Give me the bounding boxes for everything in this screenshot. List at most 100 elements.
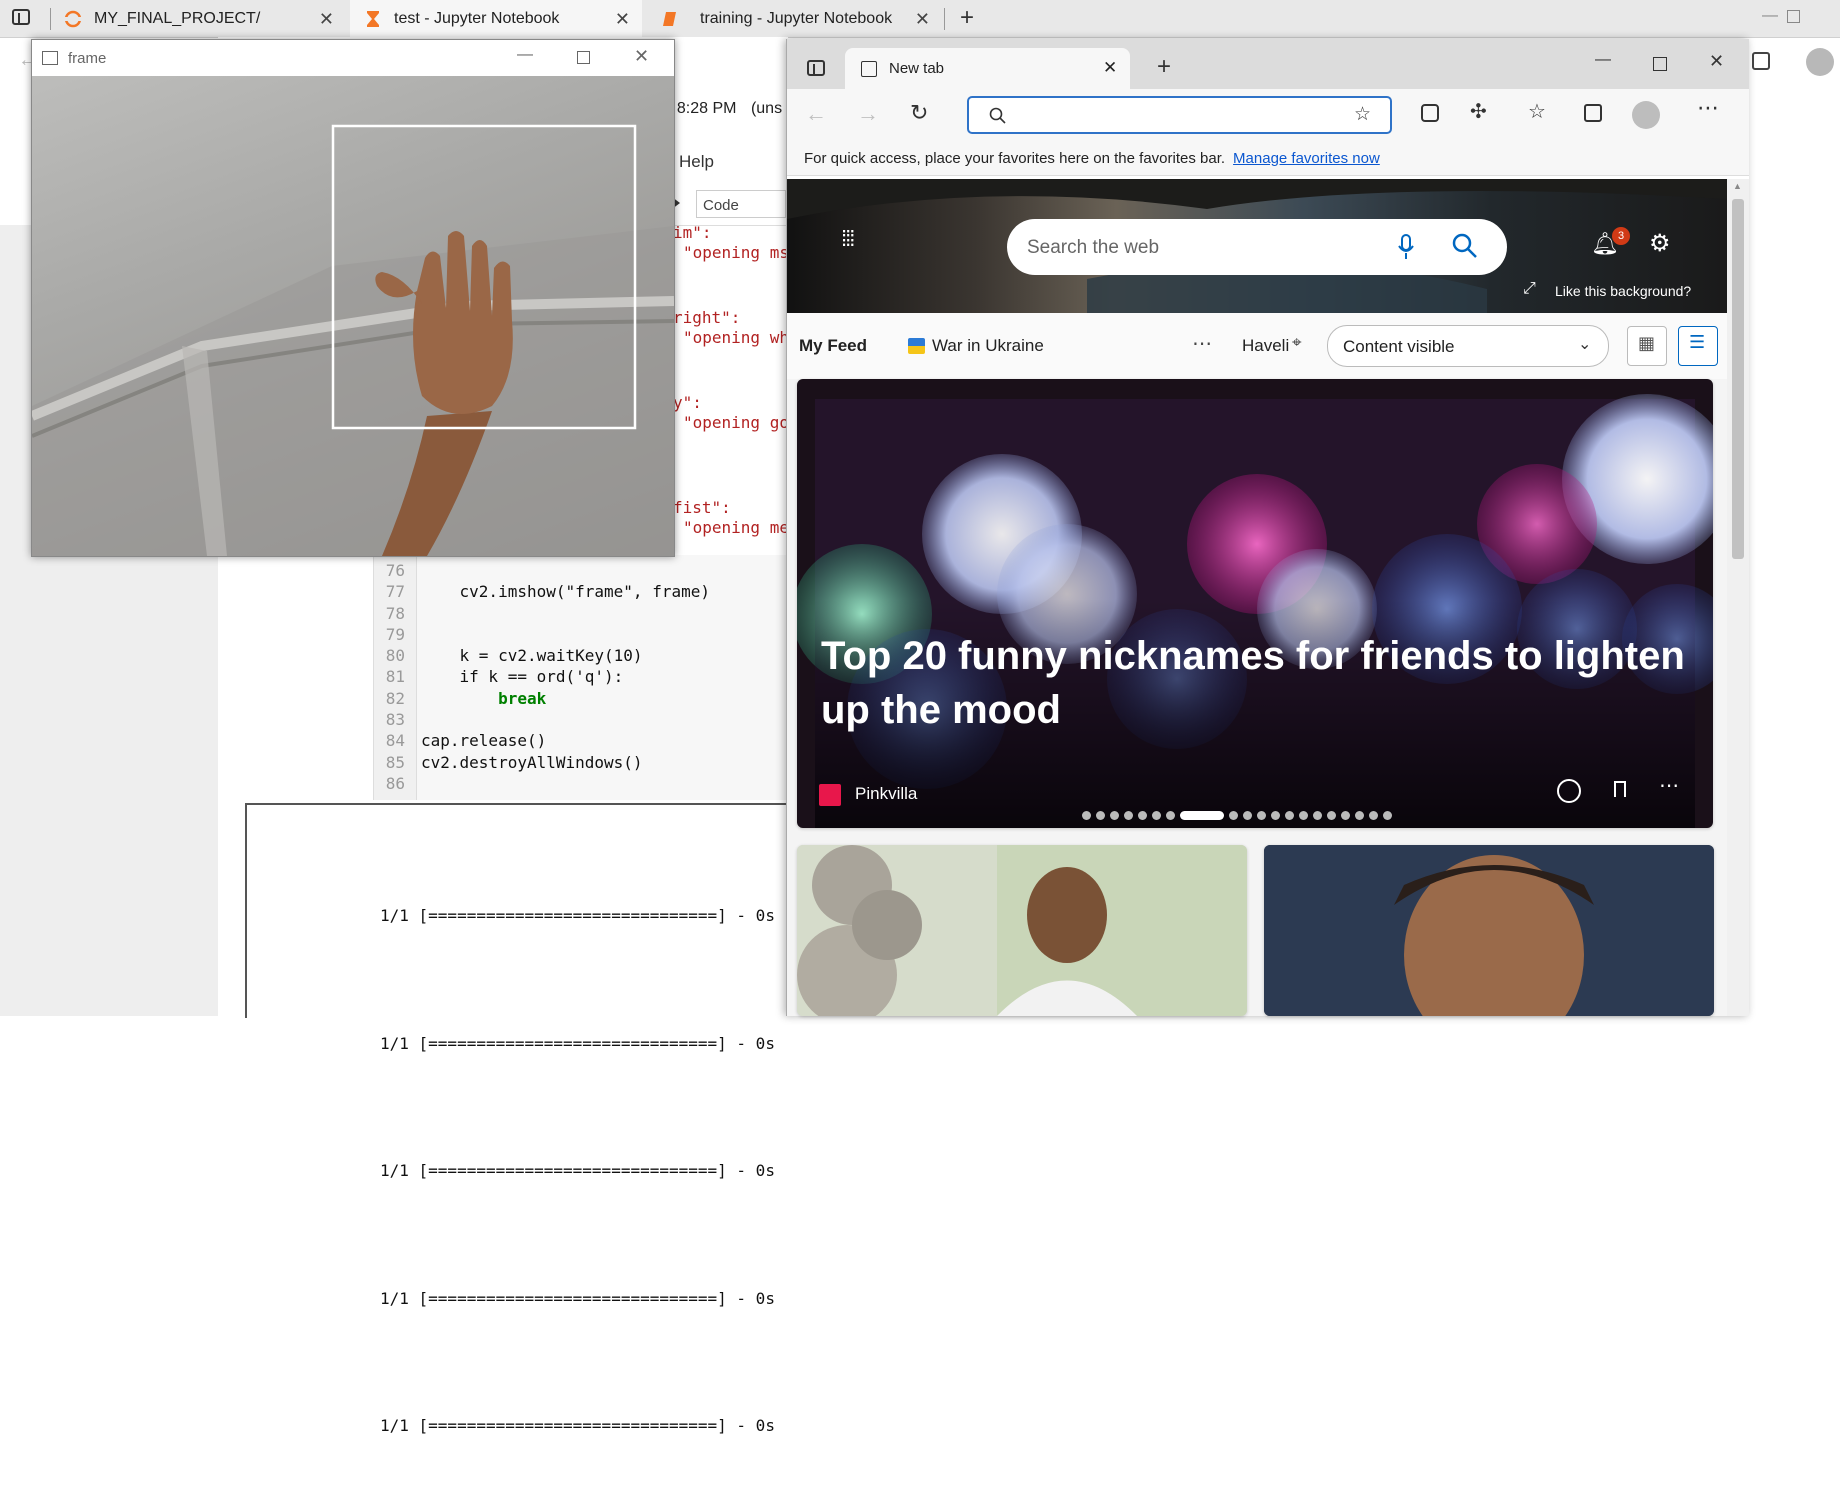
- line-number: 85: [385, 752, 405, 772]
- menu-help[interactable]: Help: [679, 152, 714, 172]
- content-visibility-select[interactable]: Content visible ⌄: [1327, 325, 1609, 367]
- grid-layout-button[interactable]: ▦: [1627, 326, 1667, 366]
- close-icon[interactable]: ✕: [615, 9, 630, 30]
- collections-icon[interactable]: [1752, 52, 1770, 70]
- tab-title: training - Jupyter Notebook: [700, 9, 893, 27]
- carousel-dot[interactable]: [1299, 811, 1308, 820]
- carousel-dot-active[interactable]: [1180, 811, 1224, 820]
- profile-avatar[interactable]: [1806, 48, 1834, 76]
- carousel-dot[interactable]: [1152, 811, 1161, 820]
- carousel-dot[interactable]: [1082, 811, 1091, 820]
- carousel-dot[interactable]: [1096, 811, 1105, 820]
- hourglass-icon: [367, 10, 379, 27]
- feed-navbar: My Feed War in Ukraine ⋯ Haveli ⌖ Conten…: [787, 313, 1727, 379]
- react-icon[interactable]: [1557, 779, 1581, 803]
- new-tab-icon[interactable]: +: [960, 4, 974, 32]
- carousel-dot[interactable]: [1383, 811, 1392, 820]
- carousel-dot[interactable]: [1355, 811, 1364, 820]
- carousel-dot[interactable]: [1110, 811, 1119, 820]
- topic-war-in-ukraine[interactable]: War in Ukraine: [932, 336, 1044, 356]
- tab-actions-icon[interactable]: [807, 60, 825, 76]
- favorites-icon[interactable]: ☆: [1528, 99, 1546, 124]
- carousel-dot[interactable]: [1124, 811, 1133, 820]
- carousel-dot[interactable]: [1271, 811, 1280, 820]
- profile-avatar[interactable]: [1632, 101, 1660, 129]
- grid-view-icon: ▦: [1638, 333, 1656, 353]
- close-icon[interactable]: ✕: [1709, 51, 1724, 72]
- window-titlebar[interactable]: frame — ✕: [32, 40, 674, 76]
- source-name[interactable]: Pinkvilla: [855, 784, 917, 804]
- settings-gear-icon[interactable]: ⚙: [1649, 229, 1671, 258]
- more-options-icon[interactable]: ⋯: [1659, 773, 1679, 798]
- new-tab-icon[interactable]: +: [1157, 53, 1171, 81]
- search-icon[interactable]: [1452, 233, 1478, 259]
- carousel-dot[interactable]: [1285, 811, 1294, 820]
- carousel-dot[interactable]: [1138, 811, 1147, 820]
- tab-training-notebook[interactable]: training - Jupyter Notebook ✕: [662, 0, 942, 37]
- back-icon[interactable]: ←: [805, 101, 827, 127]
- expand-icon[interactable]: ⤢: [1523, 280, 1536, 298]
- like-background-link[interactable]: Like this background?: [1555, 283, 1691, 299]
- extension-icon[interactable]: [1421, 104, 1439, 122]
- minimize-icon[interactable]: —: [1595, 51, 1611, 69]
- close-icon[interactable]: ✕: [915, 9, 930, 30]
- manage-favorites-link[interactable]: Manage favorites now: [1233, 150, 1380, 167]
- extensions-puzzle-icon[interactable]: ✣: [1470, 99, 1487, 124]
- newtab-hero-background: ⁞⁞⁞ Search the web 🔔︎ 3 ⚙ ⤢ Like this ba…: [787, 179, 1727, 313]
- opencv-frame-window[interactable]: frame — ✕: [31, 39, 675, 557]
- code-line: break: [421, 688, 547, 708]
- list-layout-button[interactable]: ☰: [1678, 326, 1718, 366]
- hero-headline[interactable]: Top 20 funny nicknames for friends to li…: [821, 629, 1691, 737]
- carousel-dot[interactable]: [1341, 811, 1350, 820]
- maximize-icon[interactable]: [577, 51, 590, 64]
- maximize-icon[interactable]: [1653, 57, 1667, 71]
- source-logo: [819, 784, 841, 806]
- carousel-dot[interactable]: [1313, 811, 1322, 820]
- carousel-dot[interactable]: [1229, 811, 1238, 820]
- cell-type-select[interactable]: Code: [696, 190, 786, 218]
- carousel-dot[interactable]: [1257, 811, 1266, 820]
- forward-icon[interactable]: →: [857, 101, 879, 127]
- apps-grid-icon[interactable]: ⁞⁞⁞: [841, 228, 855, 250]
- minimize-icon[interactable]: —: [1762, 7, 1778, 25]
- refresh-icon[interactable]: ↻: [910, 100, 928, 126]
- location-label[interactable]: Haveli: [1242, 336, 1289, 356]
- code-fragment: "opening wh: [683, 328, 789, 347]
- minimize-icon[interactable]: —: [517, 46, 533, 64]
- back-browser-tabstrip: MY_FINAL_PROJECT/ ✕ test - Jupyter Noteb…: [0, 0, 1840, 38]
- web-search-box[interactable]: Search the web: [1007, 219, 1507, 275]
- page-scrollbar[interactable]: ▲: [1727, 179, 1749, 1016]
- tab-title: MY_FINAL_PROJECT/: [94, 9, 261, 27]
- add-favorite-icon[interactable]: ☆: [1354, 103, 1371, 126]
- carousel-dot[interactable]: [1327, 811, 1336, 820]
- scroll-up-icon[interactable]: ▲: [1733, 181, 1742, 191]
- carousel-dot[interactable]: [1369, 811, 1378, 820]
- edge-toolbar: ← → ↻ ☆ ✣ ☆ ⋯: [787, 89, 1749, 141]
- bookmark-icon[interactable]: [1614, 781, 1626, 797]
- address-bar[interactable]: ☆: [967, 96, 1392, 134]
- more-topics-icon[interactable]: ⋯: [1192, 331, 1212, 356]
- scrollbar-thumb[interactable]: [1732, 199, 1744, 559]
- tab-test-notebook[interactable]: test - Jupyter Notebook ✕: [350, 0, 642, 37]
- address-input[interactable]: [1025, 104, 1329, 128]
- close-icon[interactable]: ✕: [634, 46, 649, 67]
- collections-icon[interactable]: [1584, 104, 1602, 122]
- line-number: 82: [385, 688, 405, 708]
- close-icon[interactable]: ✕: [319, 9, 334, 30]
- hero-article-card[interactable]: Top 20 funny nicknames for friends to li…: [797, 379, 1713, 828]
- close-icon[interactable]: ✕: [1103, 58, 1117, 78]
- chevron-down-icon: ⌄: [1578, 336, 1592, 353]
- carousel-dot[interactable]: [1243, 811, 1252, 820]
- code-line: cv2.imshow("frame", frame): [421, 582, 710, 602]
- carousel-dot[interactable]: [1166, 811, 1175, 820]
- tab-actions-icon[interactable]: [12, 9, 30, 25]
- restore-icon[interactable]: [1787, 10, 1800, 23]
- more-options-icon[interactable]: ⋯: [1697, 95, 1719, 121]
- tab-new-tab[interactable]: New tab ✕: [845, 48, 1130, 89]
- article-card[interactable]: [1264, 845, 1714, 1016]
- microphone-icon[interactable]: [1397, 234, 1415, 260]
- tab-my-final-project[interactable]: MY_FINAL_PROJECT/ ✕: [64, 0, 346, 37]
- article-card[interactable]: [797, 845, 1247, 1016]
- my-feed-tab[interactable]: My Feed: [799, 336, 867, 356]
- newtab-page-icon: [861, 61, 877, 77]
